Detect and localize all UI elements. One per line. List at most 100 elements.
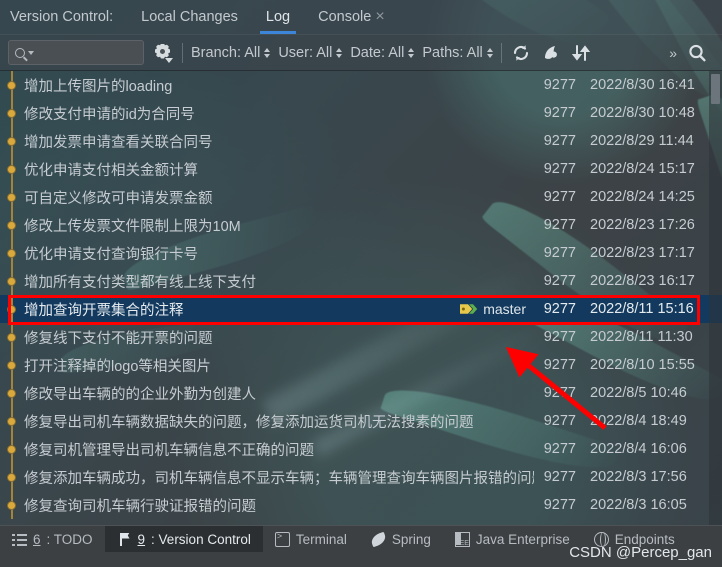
status-terminal[interactable]: Terminal — [263, 526, 359, 552]
status-java-enterprise-label: Java Enterprise — [475, 531, 570, 547]
commit-author: 9277 — [543, 105, 576, 121]
branch-ref-chip[interactable]: master — [459, 301, 526, 317]
status-todo-number: 6 — [33, 531, 41, 547]
overflow-chevron-icon[interactable]: » — [667, 45, 678, 61]
commit-row[interactable]: 修改上传发票文件限制上限为10M 9277 2022/8/23 17:26 — [0, 211, 722, 239]
commit-subject: 增加所有支付类型都有线上线下支付 — [24, 274, 256, 291]
commit-graph-node — [0, 435, 24, 463]
refresh-icon[interactable] — [510, 42, 532, 64]
paths-filter[interactable]: Paths: All — [422, 45, 493, 61]
commit-date: 2022/8/24 15:17 — [590, 161, 695, 177]
commit-date: 2022/8/4 18:49 — [590, 413, 687, 429]
status-version-control-number: 9 — [137, 531, 146, 547]
commit-graph-node — [0, 323, 24, 351]
commit-date: 2022/8/5 10:46 — [590, 385, 687, 401]
commit-row[interactable]: 可自定义修改可申请发票金额 9277 2022/8/24 14:25 — [0, 183, 722, 211]
commit-subject: 修复线下支付不能开票的问题 — [24, 330, 213, 347]
commit-graph-node — [0, 295, 24, 323]
commit-author: 9277 — [543, 161, 576, 177]
intellisort-icon[interactable] — [540, 42, 562, 64]
status-todo[interactable]: 6 : TODO — [0, 526, 105, 552]
chevron-down-icon[interactable] — [28, 50, 34, 55]
java-ee-icon: EE — [454, 531, 470, 547]
date-filter-label: Date: All — [350, 44, 405, 61]
commit-author: 9277 — [543, 189, 576, 205]
commit-date: 2022/8/4 16:06 — [590, 441, 687, 457]
commit-author: 9277 — [543, 217, 576, 233]
branch-tag-icon — [460, 304, 478, 314]
toolbar-separator-1 — [182, 42, 183, 63]
commit-subject: 修复司机管理导出司机车辆信息不正确的问题 — [24, 442, 314, 459]
user-filter[interactable]: User: All — [278, 44, 343, 61]
status-version-control-label: : Version Control — [151, 531, 251, 547]
status-java-enterprise[interactable]: EE Java Enterprise — [443, 526, 582, 552]
commit-row[interactable]: 增加上传图片的loading 9277 2022/8/30 16:41 — [0, 71, 722, 99]
commit-author: 9277 — [543, 385, 576, 401]
scrollbar-thumb[interactable] — [711, 74, 720, 104]
commit-graph-node — [0, 379, 24, 407]
commit-row[interactable]: 增加查询开票集合的注释 master 9277 2022/8/11 15:16 — [0, 295, 722, 323]
commit-date: 2022/8/10 15:55 — [590, 357, 695, 373]
tab-log[interactable]: Log — [252, 0, 304, 34]
commit-subject: 修改支付申请的id为合同号 — [24, 106, 195, 123]
commit-row[interactable]: 修复导出司机车辆数据缺失的问题，修复添加运货司机无法搜素的问题 9277 2022/… — [0, 407, 722, 435]
commit-author: 9277 — [543, 329, 576, 345]
commit-subject: 修复导出司机车辆数据缺失的问题，修复添加运货司机无法搜素的问题 — [24, 414, 474, 431]
commit-row[interactable]: 增加发票申请查看关联合同号 9277 2022/8/29 11:44 — [0, 127, 722, 155]
commit-author: 9277 — [543, 497, 576, 513]
commit-subject: 增加发票申请查看关联合同号 — [24, 134, 213, 151]
commit-row[interactable]: 优化申请支付查询银行卡号 9277 2022/8/23 17:17 — [0, 239, 722, 267]
commit-row[interactable]: 修复线下支付不能开票的问题 9277 2022/8/11 11:30 — [0, 323, 722, 351]
commit-author: 9277 — [543, 133, 576, 149]
commit-date: 2022/8/30 10:48 — [590, 105, 695, 121]
watermark: CSDN @Percep_gan — [569, 544, 712, 561]
spring-leaf-icon — [369, 531, 388, 547]
commit-row[interactable]: 修复查询司机车辆行驶证报错的问题 9277 2022/8/3 16:05 — [0, 491, 722, 519]
user-filter-label: User: All — [278, 44, 333, 61]
updown-icon — [486, 47, 493, 58]
gear-icon[interactable] — [152, 42, 174, 64]
date-filter[interactable]: Date: All — [350, 44, 415, 61]
commit-author: 9277 — [543, 77, 576, 93]
status-todo-label: : TODO — [46, 531, 93, 547]
commit-row[interactable]: 增加所有支付类型都有线上线下支付 9277 2022/8/23 16:17 — [0, 267, 722, 295]
toolbar-separator-2 — [500, 42, 502, 63]
collapse-expand-icon[interactable] — [570, 42, 592, 64]
commit-row[interactable]: 修复添加车辆成功，司机车辆信息不显示车辆；车辆管理查询车辆图片报错的问题 9277… — [0, 463, 722, 491]
commit-date: 2022/8/30 16:41 — [590, 77, 695, 93]
vertical-scrollbar[interactable] — [709, 71, 722, 525]
status-spring-label: Spring — [391, 531, 431, 547]
log-toolbar: Branch: All User: All Date: All Paths: A… — [0, 34, 722, 71]
commit-date: 2022/8/3 16:05 — [590, 497, 687, 513]
tab-console[interactable]: Console × — [304, 0, 399, 34]
commit-graph-node — [0, 351, 24, 379]
branch-filter[interactable]: Branch: All — [191, 45, 271, 61]
commit-author: 9277 — [543, 245, 576, 261]
tab-local-changes[interactable]: Local Changes — [127, 0, 252, 34]
commit-subject: 可自定义修改可申请发票金额 — [24, 190, 213, 207]
commit-row[interactable]: 打开注释掉的logo等相关图片 9277 2022/8/10 15:55 — [0, 351, 722, 379]
status-terminal-label: Terminal — [295, 531, 347, 547]
commit-row[interactable]: 修改支付申请的id为合同号 9277 2022/8/30 10:48 — [0, 99, 722, 127]
search-input[interactable] — [8, 40, 144, 65]
commit-author: 9277 — [543, 301, 576, 317]
commit-graph-node — [0, 463, 24, 491]
commit-row[interactable]: 优化申请支付相关金额计算 9277 2022/8/24 15:17 — [0, 155, 722, 183]
commit-row[interactable]: 修改导出车辆的的企业外勤为创建人 9277 2022/8/5 10:46 — [0, 379, 722, 407]
commit-row[interactable]: 修复司机管理导出司机车辆信息不正确的问题 9277 2022/8/4 16:06 — [0, 435, 722, 463]
search-icon — [15, 47, 25, 58]
commit-graph-node — [0, 155, 24, 183]
commit-log-list[interactable]: 增加上传图片的loading 9277 2022/8/30 16:41 修改支付申请的… — [0, 71, 722, 525]
close-icon[interactable]: × — [375, 9, 384, 25]
status-spring[interactable]: Spring — [359, 526, 443, 552]
commit-graph-node — [0, 127, 24, 155]
commit-graph-node — [0, 71, 24, 99]
branch-icon — [117, 532, 132, 547]
commit-date: 2022/8/23 16:17 — [590, 273, 695, 289]
updown-icon — [336, 47, 343, 58]
tab-console-label: Console — [318, 9, 372, 25]
status-version-control[interactable]: 9 : Version Control — [104, 526, 263, 552]
magnifier-icon[interactable] — [686, 42, 708, 64]
commit-graph-node — [0, 211, 24, 239]
commit-graph-node — [0, 183, 24, 211]
